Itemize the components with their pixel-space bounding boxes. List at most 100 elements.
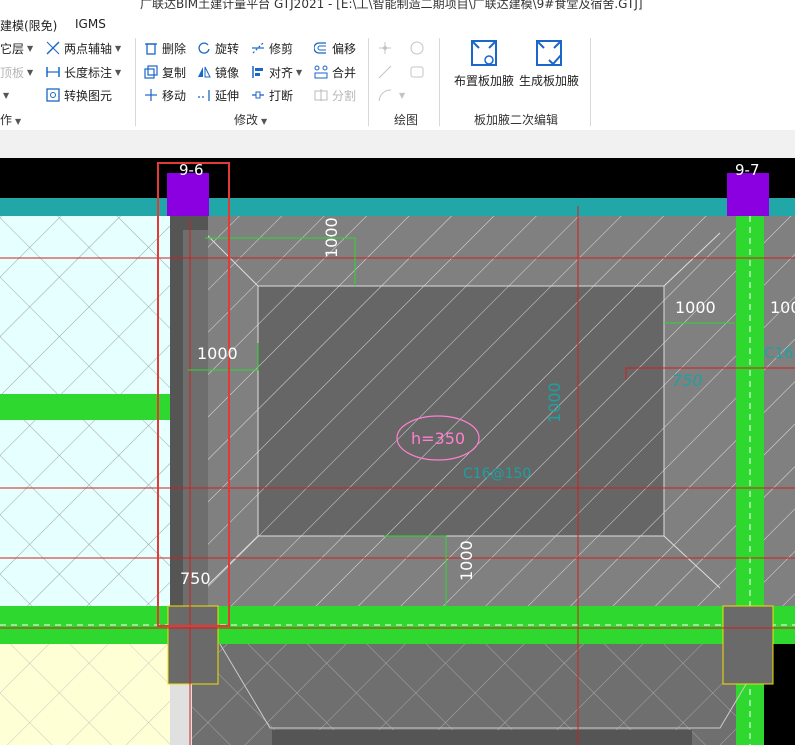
extend-button[interactable]: 延伸 [197,86,239,104]
place-slab-haunch-label: 布置板加腋 [453,74,514,88]
merge-label: 合并 [332,65,357,80]
merge-button[interactable]: 合并 [314,63,356,81]
window-title: 广联达BIM土建计量平台 GTJ2021 - [E:\工\智能制造二期项目\广联… [140,0,643,11]
break-label: 打断 [269,88,294,103]
left-beam-inner [183,230,208,606]
circle-icon [410,41,424,55]
bottom-left-wall [170,683,192,745]
group-label-slab-haunch: 板加腋二次编辑 [474,113,559,127]
top-black-strip [0,158,795,198]
left-green-beam [0,394,170,420]
delete-label: 删除 [162,41,187,56]
copy-button[interactable]: 复制 [144,63,186,81]
caret-down-icon: ▼ [399,90,406,100]
mirror-icon [197,65,211,79]
dim-label-left: 1000 [197,344,238,363]
column-label-9-7: 9-7 [735,161,760,179]
break-icon [251,88,265,102]
dim-label-bottom: 1000 [457,540,476,581]
extend-icon [197,88,211,102]
break-button[interactable]: 打断 [251,86,293,104]
draw-line-button[interactable] [378,63,396,81]
length-dim-icon [46,65,60,79]
length-dim-label: 长度标注 [64,65,113,80]
caret-down-icon: ▼ [115,67,122,77]
move-label: 移动 [162,88,187,103]
offset-label: 偏移 [332,41,357,56]
tab-modeling[interactable]: 建模(限免) [0,17,57,34]
top-teal-band [0,198,795,216]
generate-slab-haunch-button[interactable]: 生成板加腋 [514,38,584,89]
caret-down-icon: ▼ [27,67,34,77]
draw-point-button[interactable] [378,39,396,57]
split-label: 分割 [332,88,357,103]
left-partial-dropdown[interactable]: ▼ [0,86,9,104]
align-button[interactable]: 对齐 ▼ [251,63,302,81]
generate-haunch-icon [534,38,564,68]
length-dim-button[interactable]: 长度标注 ▼ [46,63,121,81]
rotate-icon [197,41,211,55]
align-icon [251,65,265,79]
split-icon [314,88,328,102]
group-label-draw: 绘图 [394,113,419,127]
draw-arc-button[interactable]: ▼ [378,86,405,104]
tab-igms[interactable]: IGMS [75,17,106,31]
group-label-modify: 修改 ▼ [234,113,268,127]
caret-down-icon: ▼ [115,43,122,53]
column-9-7-bottom [722,605,774,685]
caret-down-icon: ▼ [3,90,10,100]
generate-slab-haunch-label: 生成板加腋 [518,74,579,88]
mirror-label: 镜像 [215,65,240,80]
copy-other-layer-label: 它层 [0,41,25,56]
rotate-button[interactable]: 旋转 [197,39,239,57]
drawing-canvas[interactable]: 9-6 9-7 1000 1000 1000 1000 100 1000 750… [0,158,795,745]
two-point-axis-button[interactable]: 两点辅轴 ▼ [46,39,121,57]
place-slab-haunch-button[interactable]: 布置板加腋 [449,38,519,89]
ribbon-separator [439,38,440,126]
convert-element-icon [46,88,60,102]
move-button[interactable]: 移动 [144,86,186,104]
draw-circle-button[interactable] [410,39,428,57]
ribbon-tabs: 建模(限免) IGMS [0,14,795,36]
trash-icon [144,41,158,55]
copy-other-layer-button[interactable]: 它层 ▼ [0,39,33,57]
two-point-axis-icon [46,41,60,55]
bottom-left-hatch [0,644,170,745]
two-point-axis-label: 两点辅轴 [64,41,113,56]
ribbon-separator [590,38,591,126]
place-haunch-icon [469,38,499,68]
dim-label-vertical-teal: 1000 [545,382,564,423]
rotate-label: 旋转 [215,41,240,56]
offset-button[interactable]: 偏移 [313,39,357,57]
dim-label-top: 1000 [322,217,341,258]
dim-label-right: 1000 [675,298,716,317]
merge-icon [314,65,328,79]
rectangle-icon [410,65,424,79]
split-button[interactable]: 分割 [314,86,356,104]
slab-top-button[interactable]: 顶板 ▼ [0,63,33,81]
crosshair-icon [378,41,392,55]
window-titlebar: 广联达BIM土建计量平台 GTJ2021 - [E:\工\智能制造二期项目\广联… [0,0,795,14]
column-label-9-6: 9-6 [179,161,204,179]
convert-element-button[interactable]: 转换图元 [46,86,112,104]
convert-element-label: 转换图元 [64,88,113,103]
group-label-operation: 作 ▼ [0,113,22,127]
trim-label: 修剪 [269,41,294,56]
column-9-6-bottom [167,605,219,685]
align-label: 对齐 [269,65,294,80]
caret-down-icon: ▼ [296,67,303,77]
arc-icon [378,88,392,102]
ribbon-separator [368,38,369,126]
column-9-7-top [727,173,769,216]
bottom-inner-panel [272,730,692,745]
trim-button[interactable]: 修剪 [251,39,293,57]
draw-rect-button[interactable] [410,63,428,81]
line-icon [378,65,392,79]
rebar-text-right: C16 [764,344,794,362]
drawing-svg [0,158,795,745]
slab-top-label: 顶板 [0,65,25,80]
delete-button[interactable]: 删除 [144,39,186,57]
dim-label-right-partial: 100 [770,298,795,317]
toolbar-gap [0,130,795,158]
mirror-button[interactable]: 镜像 [197,63,239,81]
